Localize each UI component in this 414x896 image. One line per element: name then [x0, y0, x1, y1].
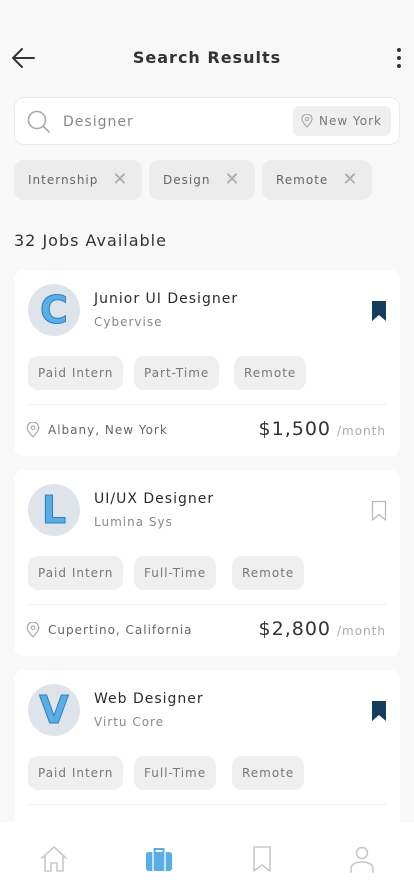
filter-chip-design[interactable]: Design ✕	[149, 160, 255, 200]
home-icon[interactable]	[39, 844, 69, 874]
job-tag: Part-Time	[134, 356, 220, 390]
bookmark-outline-icon[interactable]	[370, 500, 388, 522]
job-tag: Paid Intern	[28, 756, 124, 790]
location-filter-chip[interactable]: New York	[293, 106, 391, 136]
company-name: Cybervise	[94, 315, 163, 329]
card-divider	[28, 604, 386, 605]
job-location-text: Albany, New York	[48, 423, 168, 437]
profile-icon[interactable]	[347, 844, 377, 874]
search-icon	[27, 110, 50, 133]
company-logo: V	[28, 684, 80, 736]
filter-chip-internship[interactable]: Internship ✕	[14, 160, 143, 200]
company-name: Lumina Sys	[94, 515, 173, 529]
filter-label: Design	[163, 173, 211, 187]
remove-filter-icon[interactable]: ✕	[224, 171, 240, 189]
job-location: Cupertino, California	[26, 622, 193, 638]
job-tag: Full-Time	[134, 756, 217, 790]
remove-filter-icon[interactable]: ✕	[342, 171, 358, 189]
job-title: Junior UI Designer	[94, 291, 239, 307]
job-tag: Full-Time	[134, 556, 217, 590]
salary: $2,800 /month	[259, 618, 386, 640]
bookmark-filled-icon[interactable]	[370, 300, 388, 322]
job-location: Albany, New York	[26, 422, 168, 438]
briefcase-icon[interactable]	[144, 844, 174, 874]
bottom-navigation	[0, 822, 414, 896]
filter-label: Internship	[28, 173, 99, 187]
job-title: Web Designer	[94, 691, 204, 707]
salary-amount: $1,500	[258, 418, 331, 440]
more-options-icon[interactable]	[394, 46, 404, 70]
company-logo: L	[28, 484, 80, 536]
header: Search Results	[0, 0, 414, 100]
remove-filter-icon[interactable]: ✕	[112, 171, 128, 189]
card-divider	[28, 804, 386, 805]
company-logo: C	[28, 284, 80, 336]
company-name: Virtu Core	[94, 715, 165, 729]
job-card[interactable]: L UI/UX Designer Lumina Sys Paid Intern …	[14, 470, 400, 656]
location-filter-label: New York	[319, 114, 382, 128]
job-tag: Paid Intern	[28, 356, 124, 390]
salary: $1,500 /month	[259, 418, 386, 440]
salary-period: /month	[337, 424, 386, 438]
location-pin-icon	[26, 422, 40, 438]
search-bar: New York	[14, 97, 400, 145]
job-location-text: Cupertino, California	[48, 623, 193, 637]
filter-chip-remote[interactable]: Remote ✕	[262, 160, 373, 200]
search-input[interactable]	[63, 111, 283, 133]
job-tag: Paid Intern	[28, 556, 124, 590]
job-tag: Remote	[232, 756, 305, 790]
location-pin-icon	[301, 114, 313, 128]
salary-period: /month	[337, 624, 386, 638]
filter-label: Remote	[276, 173, 329, 187]
job-tag: Remote	[232, 556, 305, 590]
card-divider	[28, 404, 386, 405]
bookmark-icon[interactable]	[247, 844, 277, 874]
job-tag: Remote	[234, 356, 307, 390]
job-card[interactable]: C Junior UI Designer Cybervise Paid Inte…	[14, 270, 400, 456]
bookmark-filled-icon[interactable]	[370, 700, 388, 722]
page-title: Search Results	[132, 48, 282, 67]
salary-amount: $2,800	[258, 618, 331, 640]
job-title: UI/UX Designer	[94, 491, 215, 507]
location-pin-icon	[26, 622, 40, 638]
results-count: 32 Jobs Available	[14, 231, 167, 250]
